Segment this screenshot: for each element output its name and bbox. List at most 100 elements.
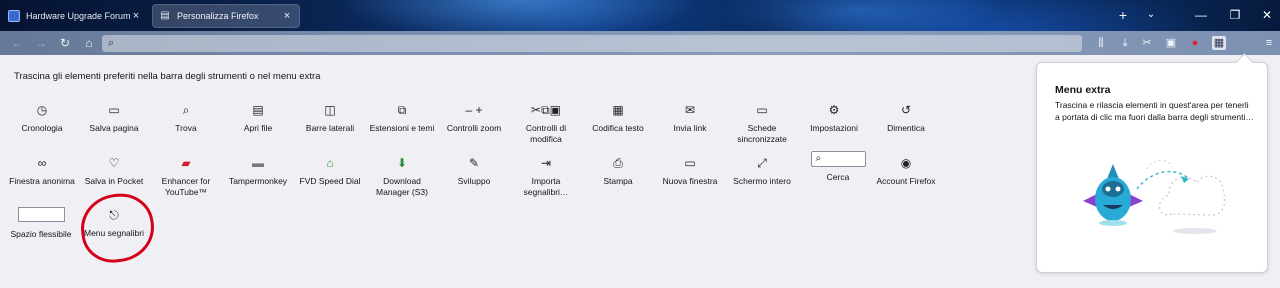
overflow-panel-description: Trascina e rilascia elementi in quest'ar… <box>1055 100 1254 122</box>
palette-item-label: Controlli di modifica <box>525 123 567 144</box>
palette-item-label: Tampermonkey <box>228 176 288 186</box>
forget-icon: ↺ <box>900 103 912 117</box>
palette-item-spazio-flessibile[interactable]: Spazio flessibile <box>8 207 74 240</box>
minimize-button[interactable]: — <box>1194 8 1208 22</box>
speed-dial-icon: ⌂ <box>326 156 334 170</box>
save-page-icon: ▭ <box>108 103 120 117</box>
overflow-panel: Menu extra Trascina e rilascia elementi … <box>1036 62 1268 273</box>
history-icon: ◷ <box>36 103 48 117</box>
palette-item-apri-file[interactable]: ▤ Apri file <box>225 102 291 134</box>
gear-icon: ⚙ <box>828 103 840 117</box>
palette-item-stampa[interactable]: ⎙ Stampa <box>585 155 651 187</box>
palette-item-label: Apri file <box>243 123 273 133</box>
library-icon[interactable]: ⫼ <box>1094 36 1108 50</box>
print-icon: ⎙ <box>613 156 623 170</box>
restore-button[interactable]: ❐ <box>1228 8 1242 22</box>
palette-item-finestra-anonima[interactable]: ∞ Finestra anonima <box>9 155 75 187</box>
text-encoding-icon: ▦ <box>612 103 624 117</box>
extension-icon[interactable]: ▣ <box>1164 36 1178 50</box>
fullscreen-icon: ⤢ <box>757 156 767 170</box>
close-window-button[interactable]: ✕ <box>1260 8 1274 22</box>
palette-item-trova[interactable]: ⌕ Trova <box>153 102 219 134</box>
open-file-icon: ▤ <box>252 103 264 117</box>
annotation-circle <box>76 189 159 267</box>
palette-item-fvd-speed-dial[interactable]: ⌂ FVD Speed Dial <box>297 155 363 187</box>
palette-item-label: Sviluppo <box>457 176 491 186</box>
youtube-extension-icon[interactable]: ● <box>1188 36 1202 50</box>
palette-item-label: Estensioni e temi <box>369 123 435 133</box>
search-icon: ⌕ <box>108 37 115 49</box>
flexible-space-icon <box>17 207 65 222</box>
screenshot-icon[interactable]: ✂ <box>1140 36 1154 50</box>
palette-item-label: Controlli zoom <box>446 123 502 133</box>
palette-item-label: Finestra anonima <box>9 176 75 186</box>
search-icon: ⌕ <box>810 151 866 167</box>
palette-item-impostazioni[interactable]: ⚙ Impostazioni <box>801 102 867 134</box>
palette-item-label: Impostazioni <box>810 123 858 133</box>
palette-item-label: Spazio flessibile <box>10 229 72 239</box>
customize-extension-icon[interactable]: ▦ <box>1212 36 1226 50</box>
palette-item-label: Nuova finestra <box>662 176 718 186</box>
palette-item-enhancer-youtube[interactable]: ▰ Enhancer for YouTube™ <box>153 155 219 198</box>
palette-item-codifica-testo[interactable]: ▦ Codifica testo <box>585 102 651 134</box>
email-link-icon: ✉ <box>684 103 696 117</box>
palette-item-label: Cronologia <box>21 123 63 133</box>
palette-item-label: Invia link <box>673 123 707 133</box>
back-button[interactable]: ← <box>10 36 24 50</box>
palette-item-estensioni[interactable]: ⧉ Estensioni e temi <box>369 102 435 134</box>
overflow-panel-title: Menu extra <box>1055 84 1111 96</box>
url-bar[interactable]: ⌕ <box>102 35 1082 52</box>
private-window-icon: ∞ <box>37 156 47 170</box>
palette-item-label: Salva in Pocket <box>84 176 144 186</box>
pocket-icon: ♡ <box>108 156 120 170</box>
palette-item-tampermonkey[interactable]: ▬ Tampermonkey <box>225 155 291 187</box>
palette-item-label: Download Manager (S3) <box>376 176 428 197</box>
wrench-icon: ✎ <box>468 156 480 170</box>
palette-item-dimentica[interactable]: ↺ Dimentica <box>873 102 939 134</box>
tampermonkey-icon: ▬ <box>252 156 264 170</box>
overflow-illustration-icon <box>1083 160 1226 234</box>
account-icon: ◉ <box>900 156 912 170</box>
palette-item-controlli-zoom[interactable]: – + Controlli zoom <box>441 102 507 134</box>
palette-item-sviluppo[interactable]: ✎ Sviluppo <box>441 155 507 187</box>
palette-item-label: Schede sincronizzate <box>737 123 787 144</box>
palette-item-barre-laterali[interactable]: ◫ Barre laterali <box>297 102 363 134</box>
sidebar-icon: ◫ <box>324 103 336 117</box>
forward-button[interactable]: → <box>34 36 48 50</box>
downloads-icon[interactable]: ⤓ <box>1118 36 1132 50</box>
palette-item-label: Schermo intero <box>733 176 791 186</box>
close-tab-icon[interactable]: × <box>281 10 293 22</box>
reload-button[interactable]: ↻ <box>58 36 72 50</box>
download-manager-icon: ⬇ <box>396 156 408 170</box>
palette-item-label: Trova <box>175 123 197 133</box>
new-tab-button[interactable]: + <box>1116 8 1130 22</box>
close-tab-icon[interactable]: × <box>130 10 142 22</box>
palette-item-invia-link[interactable]: ✉ Invia link <box>657 102 723 134</box>
palette-item-download-manager[interactable]: ⬇ Download Manager (S3) <box>369 155 435 198</box>
palette-item-account-firefox[interactable]: ◉ Account Firefox <box>873 155 939 187</box>
forum-favicon-icon <box>8 10 20 22</box>
palette-item-label: Importa segnalibri… <box>523 176 569 197</box>
customize-favicon-icon: ▤ <box>160 10 170 21</box>
home-button[interactable]: ⌂ <box>82 36 96 50</box>
tab-strip: Hardware Upgrade Forum - Po × ▤ Personal… <box>0 0 1280 31</box>
palette-item-schede-sincronizzate[interactable]: ▭ Schede sincronizzate <box>729 102 795 145</box>
palette-item-salva-pagina[interactable]: ▭ Salva pagina <box>81 102 147 134</box>
palette-item-cronologia[interactable]: ◷ Cronologia <box>9 102 75 134</box>
tab-title: Hardware Upgrade Forum - Po <box>26 11 130 21</box>
palette-item-nuova-finestra[interactable]: ▭ Nuova finestra <box>657 155 723 187</box>
tab-personalizza[interactable]: ▤ Personalizza Firefox × <box>152 4 300 28</box>
palette-item-salva-pocket[interactable]: ♡ Salva in Pocket <box>81 155 147 187</box>
palette-item-label: Codifica testo <box>592 123 644 133</box>
palette-hint: Trascina gli elementi preferiti nella ba… <box>14 71 321 82</box>
list-all-tabs-button[interactable]: ⌄ <box>1144 8 1158 22</box>
edit-controls-icon: ✂⧉▣ <box>531 103 561 117</box>
palette-item-schermo-intero[interactable]: ⤢ Schermo intero <box>729 155 795 187</box>
palette-item-cerca[interactable]: ⌕ Cerca <box>805 151 871 183</box>
app-menu-icon[interactable]: ≡ <box>1262 36 1276 50</box>
synced-tabs-icon: ▭ <box>756 103 768 117</box>
import-bookmarks-icon: ⇥ <box>540 156 552 170</box>
palette-item-importa-segnalibri[interactable]: ⇥ Importa segnalibri… <box>513 155 579 198</box>
tab-hardware-upgrade[interactable]: Hardware Upgrade Forum - Po × <box>2 4 148 28</box>
palette-item-controlli-modifica[interactable]: ✂⧉▣ Controlli di modifica <box>513 102 579 145</box>
